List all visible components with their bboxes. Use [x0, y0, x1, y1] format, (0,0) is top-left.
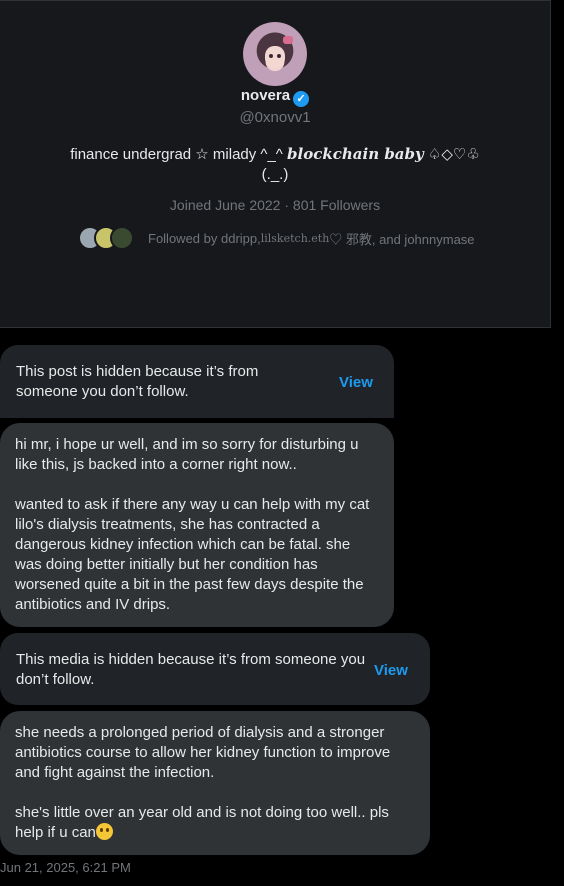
profile-avatar[interactable] — [243, 22, 307, 86]
profile-name[interactable]: novera — [241, 87, 290, 104]
profile-handle: @0xnovv1 — [239, 109, 311, 126]
profile-meta: Joined June 2022 · 801 Followers — [0, 197, 550, 213]
profile-bio: finance undergrad ☆ milady ^_^ blockchai… — [60, 144, 490, 185]
followed-by-avatars — [78, 226, 134, 250]
hidden-post-text: This post is hidden because it’s from so… — [16, 363, 259, 400]
avatar-bow — [283, 36, 293, 44]
profile-name-row: novera ✓ — [0, 87, 550, 107]
hidden-media-text: This media is hidden because it’s from s… — [16, 651, 366, 688]
message-bubble-1: hi mr, i hope ur well, and im so sorry f… — [0, 423, 394, 627]
message-timestamp: Jun 21, 2025, 6:21 PM — [0, 860, 131, 875]
followed-by-text: Followed by ddripp, — [148, 230, 261, 246]
bio-symbols: ♤◇♡♧ — [423, 146, 480, 163]
avatar-eye — [269, 54, 273, 58]
message-2-para-2: she's little over an year old and is not… — [15, 803, 416, 843]
followed-by[interactable]: Followed by ddripp, lilsketch.eth ♡ 邪教, … — [78, 225, 475, 251]
message-2-para-1: she needs a prolonged period of dialysis… — [15, 724, 391, 781]
avatar-eye — [277, 54, 281, 58]
message-2-para-2-text: she's little over an year old and is not… — [15, 804, 389, 841]
bio-emphasis: blockchain baby — [287, 145, 424, 163]
followed-by-rest: ♡ 邪教, and johnnymase — [329, 231, 475, 247]
joined-date: Joined June 2022 — [169, 197, 281, 213]
followed-by-serif-name: lilsketch.eth — [260, 231, 330, 245]
message-bubble-2: she needs a prolonged period of dialysis… — [0, 711, 430, 855]
meta-separator: · — [284, 197, 290, 213]
hidden-media-notice: This media is hidden because it’s from s… — [0, 633, 430, 705]
bio-text: finance undergrad ☆ milady ^_^ — [70, 146, 288, 163]
bio-emoticon: (._.) — [261, 166, 289, 183]
mini-avatar — [110, 226, 134, 250]
profile-card: novera ✓ @0xnovv1 finance undergrad ☆ mil… — [0, 0, 551, 328]
hidden-media-view-button[interactable]: View — [374, 661, 408, 681]
hidden-post-notice: This post is hidden because it’s from so… — [0, 345, 394, 418]
followers-count[interactable]: 801 Followers — [293, 197, 380, 213]
verified-badge-icon: ✓ — [293, 91, 310, 107]
hidden-post-view-button[interactable]: View — [339, 373, 373, 393]
pleading-face-emoji-icon — [95, 823, 113, 840]
avatar-face — [265, 46, 285, 68]
